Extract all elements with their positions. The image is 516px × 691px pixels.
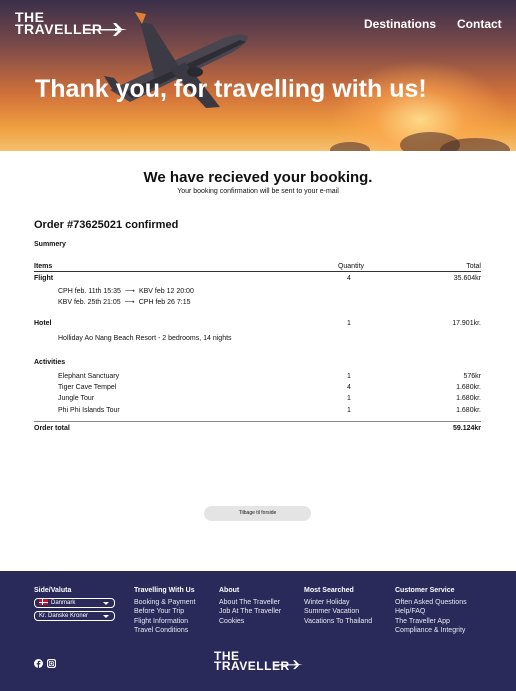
activity-total: 1.680kr.: [456, 384, 481, 391]
activity-quantity: 1: [347, 395, 351, 402]
footer-col-customer-service: Customer Service Often Asked Questions H…: [395, 587, 467, 635]
hotel-detail-row: Holliday Ao Nang Beach Resort - 2 bedroo…: [34, 335, 481, 345]
currency-select[interactable]: Kr. Danske Kroner: [34, 611, 115, 621]
activity-name: Jungle Tour: [58, 395, 95, 402]
flight-total: 35.604kr: [453, 275, 481, 282]
footer-link[interactable]: Job At The Traveller: [219, 607, 281, 616]
hotel-quantity: 1: [347, 320, 351, 327]
flight-quantity: 4: [347, 275, 351, 282]
order-total-label: Order total: [34, 425, 70, 432]
footer-link[interactable]: Cookies: [219, 617, 281, 626]
table-header-divider: [34, 271, 481, 272]
currency-value: Kr. Danske Kroner: [39, 613, 89, 619]
activity-total: 1.680kr.: [456, 407, 481, 414]
footer-link[interactable]: Compliance & Integrity: [395, 626, 467, 635]
facebook-icon[interactable]: [34, 659, 43, 668]
nav-contact[interactable]: Contact: [457, 17, 502, 31]
footer-link[interactable]: Help/FAQ: [395, 607, 467, 616]
hotel-detail: Holliday Ao Nang Beach Resort - 2 bedroo…: [58, 335, 232, 342]
footer-logo[interactable]: THE TRAVELLER: [214, 650, 303, 672]
list-item: Phi Phi Islands Tour 1 1.680kr.: [34, 407, 481, 417]
footer-heading: Customer Service: [395, 587, 455, 594]
activity-total: 1.680kr.: [456, 395, 481, 402]
activities-label: Activities: [34, 359, 66, 366]
language-select[interactable]: Danmark: [34, 598, 115, 608]
confirmation-subheading: Your booking confirmation will be sent t…: [177, 188, 339, 195]
plane-logo-icon: [85, 23, 127, 36]
hero-banner: THE TRAVELLER Destinations Contact Thank…: [0, 0, 516, 151]
activity-name: Elephant Sanctuary: [58, 373, 120, 380]
leg-from: KBV feb. 25th 21:05: [58, 299, 121, 306]
confirmation-heading: We have recieved your booking.: [143, 169, 373, 186]
leg-from: CPH feb. 11th 15:35: [58, 288, 121, 295]
back-to-frontpage-button[interactable]: Tilbage til forside: [204, 506, 311, 521]
list-item: Elephant Sanctuary 1 576kr: [34, 373, 481, 383]
footer-link[interactable]: Flight Information: [134, 617, 195, 626]
column-total: Total: [466, 263, 481, 270]
language-value: Danmark: [51, 600, 76, 606]
total-divider: [34, 421, 481, 422]
arrow-right-icon: ⟶: [124, 288, 135, 295]
activity-name: Tiger Cave Tempel: [58, 384, 117, 391]
column-quantity: Quantity: [337, 263, 365, 270]
leg-to: KBV feb 12 20:00: [138, 288, 194, 295]
hotel-label: Hotel: [34, 320, 52, 327]
footer-link[interactable]: Before Your Trip: [134, 607, 195, 616]
footer-link[interactable]: Often Asked Questions: [395, 598, 467, 607]
leg-to: CPH feb 26 7:15: [138, 299, 191, 306]
chevron-down-icon: [103, 615, 109, 618]
footer-col-travelling: Travelling With Us Booking & Payment Bef…: [134, 587, 195, 635]
hero-title: Thank you, for travelling with us!: [35, 75, 427, 103]
hotel-total: 17.901kr.: [452, 320, 481, 327]
table-row: Flight 4 35.604kr: [34, 275, 481, 285]
summary-label: Summery: [34, 241, 66, 248]
footer-col-about: About About The Traveller Job At The Tra…: [219, 587, 281, 626]
chevron-down-icon: [103, 602, 109, 605]
flight-leg: KBV feb. 25th 21:05 ⟶ CPH feb 26 7:15: [34, 298, 481, 308]
footer-link[interactable]: Travel Conditions: [134, 626, 195, 635]
footer-link[interactable]: Winter Holiday: [304, 598, 372, 607]
activity-quantity: 1: [347, 373, 351, 380]
order-total-row: Order total 59.124kr: [34, 425, 481, 435]
nav-destinations[interactable]: Destinations: [364, 17, 436, 31]
plane-logo-icon: [274, 660, 303, 670]
list-item: Jungle Tour 1 1.680kr.: [34, 395, 481, 405]
instagram-icon[interactable]: [47, 659, 56, 668]
footer-link[interactable]: About The Traveller: [219, 598, 281, 607]
table-row: Hotel 1 17.901kr.: [34, 320, 481, 330]
flight-label: Flight: [34, 275, 54, 282]
activity-total: 576kr: [463, 373, 481, 380]
activity-quantity: 1: [347, 407, 351, 414]
footer-heading: Side/Valuta: [34, 587, 72, 594]
list-item: Tiger Cave Tempel 4 1.680kr.: [34, 384, 481, 394]
order-total-value: 59.124kr: [452, 425, 481, 432]
order-title: Order #73625021 confirmed: [34, 219, 179, 231]
site-logo[interactable]: THE TRAVELLER: [15, 10, 127, 36]
footer-side-valuta: Side/Valuta Danmark Kr. Danske Kroner: [34, 587, 115, 624]
footer-link[interactable]: Booking & Payment: [134, 598, 195, 607]
table-row: Activities: [34, 359, 481, 369]
footer-link[interactable]: Vacations To Thailand: [304, 617, 372, 626]
footer-heading: Most Searched: [304, 587, 354, 594]
activity-quantity: 4: [347, 384, 351, 391]
arrow-right-icon: ⟶: [124, 299, 135, 306]
activity-name: Phi Phi Islands Tour: [58, 407, 120, 414]
column-items: Items: [34, 263, 53, 270]
footer-link[interactable]: The Traveller App: [395, 617, 467, 626]
site-footer: Side/Valuta Danmark Kr. Danske Kroner Tr…: [0, 571, 516, 691]
footer-heading: Travelling With Us: [134, 587, 195, 594]
footer-heading: About: [219, 587, 240, 594]
flight-leg: CPH feb. 11th 15:35 ⟶ KBV feb 12 20:00: [34, 287, 481, 297]
denmark-flag-icon: [39, 599, 48, 605]
footer-link[interactable]: Summer Vacation: [304, 607, 372, 616]
footer-col-most-searched: Most Searched Winter Holiday Summer Vaca…: [304, 587, 372, 626]
